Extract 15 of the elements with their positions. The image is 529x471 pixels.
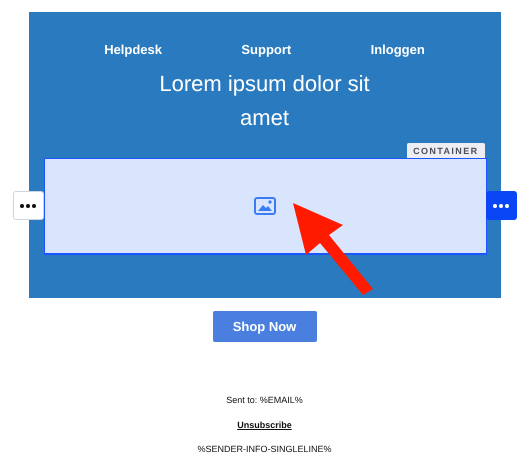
nav-link[interactable]: Inloggen bbox=[370, 42, 425, 57]
nav-link[interactable]: Helpdesk bbox=[104, 42, 162, 57]
more-button[interactable] bbox=[12, 191, 44, 220]
shop-now-button[interactable]: Shop Now bbox=[212, 311, 316, 342]
heading: Lorem ipsum dolor sit amet bbox=[158, 70, 371, 132]
more-button[interactable] bbox=[486, 191, 516, 220]
container-label: CONTAINER bbox=[407, 143, 484, 158]
nav-link[interactable]: Support bbox=[241, 42, 292, 57]
image-placeholder[interactable] bbox=[44, 158, 486, 255]
more-icon bbox=[20, 204, 36, 208]
unsubscribe-link[interactable]: Unsubscribe bbox=[237, 420, 292, 430]
sender-info-text: %SENDER-INFO-SINGLELINE% bbox=[197, 444, 332, 454]
image-icon bbox=[254, 197, 276, 215]
more-icon bbox=[493, 204, 509, 208]
sent-to-text: Sent to: %EMAIL% bbox=[226, 395, 303, 405]
